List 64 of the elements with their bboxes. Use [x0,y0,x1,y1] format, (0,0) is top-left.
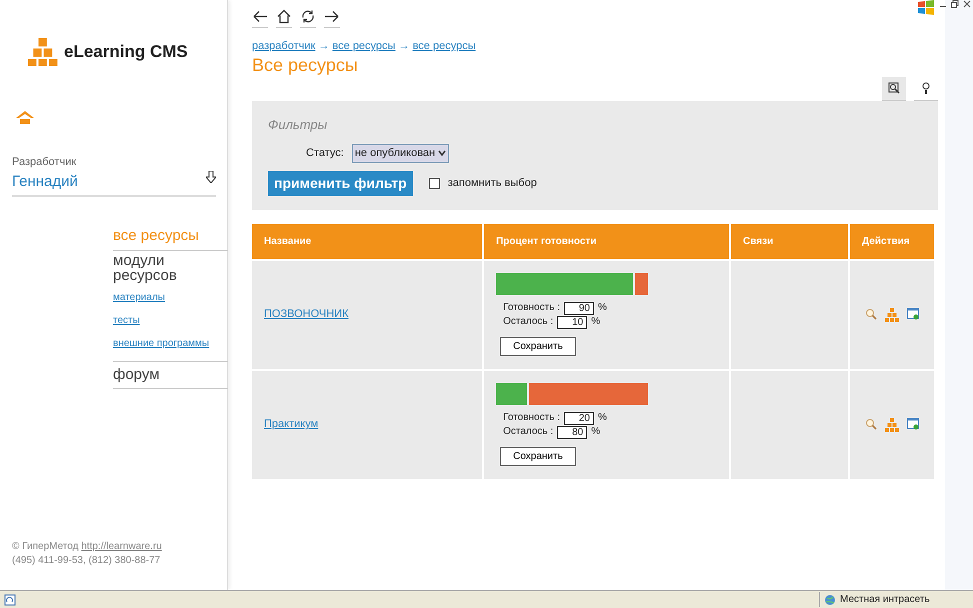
column-header: Связи [731,224,848,258]
close-icon[interactable] [963,0,971,8]
status-label: Статус: [306,146,344,161]
role-label: Разработчик [12,155,78,170]
nav-item[interactable]: форум [113,362,228,389]
copyright-text: © ГиперМетод [12,541,78,552]
logo-text: eLearning CMS [64,41,188,64]
magnifier-icon[interactable] [865,418,878,430]
resource-link[interactable]: ПОЗВОНОЧНИК [264,308,348,320]
search-icon [888,82,900,94]
save-button[interactable]: Сохранить [500,447,576,466]
breadcrumb-separator: → [398,40,411,52]
down-arrow-icon[interactable] [206,170,216,182]
breadcrumb-link[interactable]: разработчик [252,40,316,52]
help-icon [920,82,932,94]
refresh-icon[interactable] [300,8,316,28]
nav-item[interactable]: модули ресурсов [113,250,228,284]
back-arrow-icon[interactable] [252,8,268,28]
footer-link[interactable]: http://learnware.ru [81,541,162,552]
user-name[interactable]: Геннадий [12,170,78,193]
remember-label: запомнить выбор [448,176,537,191]
nav-item[interactable]: все ресурсы [113,223,228,250]
logo-icon [28,38,58,66]
search-button[interactable] [882,76,906,100]
filter-title: Фильтры [268,116,328,134]
unit-label: % [598,411,607,425]
remaining-field[interactable]: 80 [557,426,588,438]
page-icon [4,594,16,606]
breadcrumb-link[interactable]: все ресурсы [412,40,476,52]
remaining-label: Осталось : [503,425,554,439]
window-add-icon[interactable] [907,418,920,430]
save-button[interactable]: Сохранить [500,337,576,356]
globe-icon [824,594,836,606]
unit-label: % [591,315,600,329]
caret-icon [438,149,446,158]
column-header: Действия [850,224,934,258]
forward-arrow-icon[interactable] [324,8,340,28]
readiness-label: Готовность : [503,411,560,425]
window-add-icon[interactable] [907,308,920,320]
column-header: Процент готовности [484,224,730,258]
apply-filter-button[interactable]: применить фильтр [268,170,413,196]
remaining-label: Осталось : [503,315,554,329]
nav-link[interactable]: тесты [113,312,228,328]
remember-checkbox[interactable] [428,178,440,188]
remaining-field[interactable]: 10 [557,316,588,328]
magnifier-icon[interactable] [865,308,878,320]
readiness-field[interactable]: 90 [564,302,594,314]
home-icon[interactable] [276,8,292,28]
nav-link[interactable]: материалы [113,290,228,304]
readiness-label: Готовность : [503,301,560,315]
windows-logo-icon [917,0,935,16]
unit-label: % [598,301,607,315]
zone-label: Местная интрасеть [840,593,930,607]
nav-link[interactable]: внешние программы [113,336,228,350]
restore-icon[interactable] [951,0,959,8]
status-select[interactable]: не опубликован [352,144,450,162]
resource-link[interactable]: Практикум [264,418,318,430]
column-header: Название [252,224,482,258]
readiness-field[interactable]: 20 [564,412,594,424]
breadcrumb-separator: → [317,40,330,52]
breadcrumb-link[interactable]: все ресурсы [332,40,396,52]
page-title: Все ресурсы [252,54,359,74]
phone-text: (495) 411-99-53, (812) 380-88-77 [12,554,162,568]
unit-label: % [591,425,600,439]
